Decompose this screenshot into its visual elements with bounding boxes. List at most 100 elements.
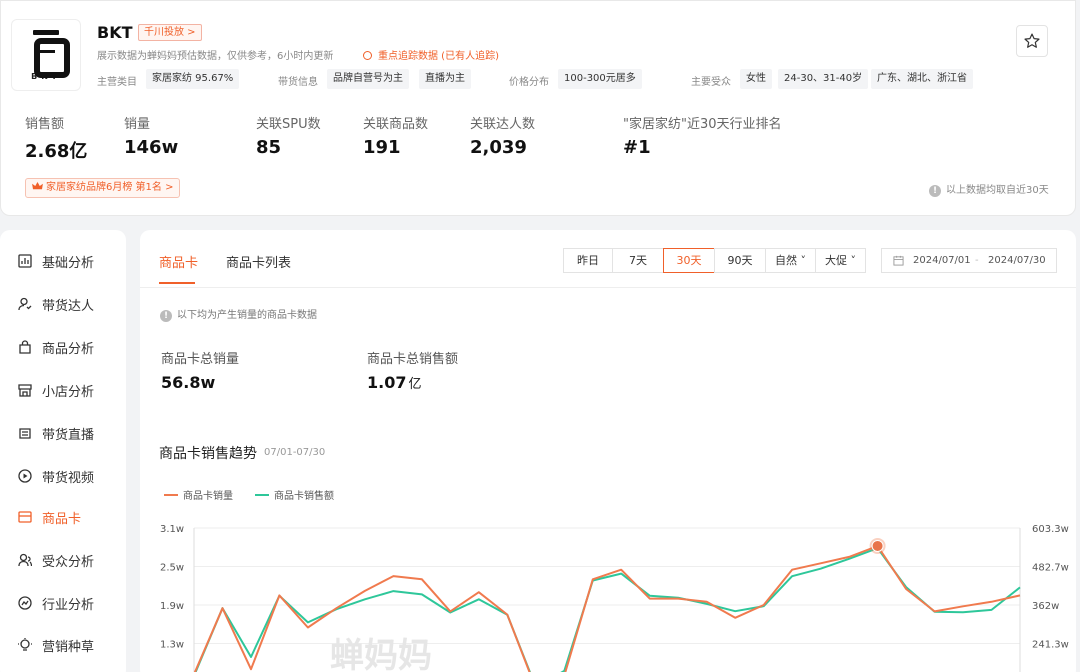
- sales-info-label: 带货信息: [278, 77, 318, 88]
- sidebar-item-marketing[interactable]: 营销种草: [18, 634, 94, 656]
- calendar-icon: [893, 255, 904, 266]
- y-right-tick: 603.3w: [1032, 524, 1069, 535]
- active-tab-indicator: [159, 282, 195, 284]
- qianchuan-tag[interactable]: 千川投放 >: [138, 24, 202, 41]
- star-icon: [1024, 33, 1040, 48]
- sidebar-item-basic[interactable]: 基础分析: [18, 250, 94, 272]
- panel-note-text: 以下均为产生销量的商品卡数据: [177, 310, 317, 321]
- sidebar-item-label: 带货达人: [42, 298, 95, 314]
- y-right-tick: 241.3w: [1032, 640, 1069, 651]
- stat-value: 191: [363, 137, 401, 158]
- stat-label: 关联达人数: [470, 117, 536, 132]
- series-line-sales: [193, 545, 1021, 672]
- chart-range: 07/01-07/30: [264, 447, 326, 458]
- brand-logo-glyph: [33, 29, 70, 78]
- stat-value: 2.68亿: [25, 141, 88, 162]
- date-range-picker[interactable]: 2024/07/01 - 2024/07/30: [881, 248, 1057, 273]
- brand-logo: BKT: [11, 19, 81, 91]
- legend-revenue[interactable]: 商品卡销售额: [255, 487, 334, 502]
- crown-icon: [32, 182, 43, 190]
- category-value: 家居家纺 95.67%: [146, 69, 240, 89]
- kpi-number: 56.8w: [161, 373, 216, 392]
- range-30d[interactable]: 30天: [663, 248, 715, 273]
- sidebar-item-audience[interactable]: 受众分析: [18, 549, 94, 571]
- kpi-unit: 亿: [408, 377, 422, 392]
- y-right-tick: 362w: [1032, 601, 1059, 612]
- live-icon: [18, 426, 32, 440]
- legend-swatch: [255, 493, 269, 496]
- chart-title: 商品卡销售趋势: [159, 446, 257, 462]
- promo-dropdown[interactable]: 大促 ˅: [815, 248, 866, 273]
- watermark: 蝉妈妈: [330, 636, 432, 672]
- natural-dropdown[interactable]: 自然 ˅: [765, 248, 816, 273]
- audience-tag: 24-30、31-40岁: [778, 69, 869, 89]
- store-icon: [18, 383, 32, 397]
- sidebar-item-influencers[interactable]: 带货达人: [18, 293, 94, 315]
- stat-label: 销售额: [25, 117, 65, 132]
- industry-rank-value: #1: [623, 137, 651, 158]
- sidebar-item-product-card[interactable]: 商品卡: [18, 506, 81, 528]
- price-value: 100-300元居多: [558, 69, 642, 89]
- industry-rank-label: "家居家纺"近30天行业排名: [623, 117, 782, 132]
- sidebar: 基础分析 带货达人 商品分析 小店分析 带货直播 带货视频 商品卡 受众分析 行…: [0, 230, 126, 672]
- stat-label: 销量: [124, 117, 151, 132]
- bulb-icon: [18, 638, 32, 652]
- category-label: 主营类目: [97, 77, 137, 88]
- rank-badge-label: 家居家纺品牌6月榜 第1名 >: [46, 182, 174, 193]
- audience-icon: [18, 553, 32, 567]
- date-end: 2024/07/30: [988, 255, 1046, 266]
- tab-divider: [140, 287, 1076, 288]
- sidebar-item-label: 带货视频: [42, 470, 95, 486]
- y-left-tick: 2.5w: [160, 563, 184, 574]
- info-icon: !: [929, 185, 941, 197]
- date-separator: -: [975, 255, 979, 266]
- tab-product-card-list[interactable]: 商品卡列表: [226, 252, 291, 271]
- kpi-number: 1.07: [367, 373, 407, 392]
- panel-note: ! 以下均为产生销量的商品卡数据: [160, 306, 317, 322]
- sidebar-item-label: 带货直播: [42, 427, 95, 443]
- data-period-note: ! 以上数据均取自近30天: [929, 181, 1049, 197]
- range-7d[interactable]: 7天: [612, 248, 664, 273]
- audience-label: 主要受众: [691, 77, 731, 88]
- sidebar-item-stores[interactable]: 小店分析: [18, 379, 94, 401]
- rank-badge[interactable]: 家居家纺品牌6月榜 第1名 >: [25, 178, 181, 198]
- card-icon: [18, 510, 32, 524]
- kpi-value: 1.07 亿: [367, 373, 422, 392]
- compass-icon: [18, 596, 32, 610]
- y-left-tick: 1.9w: [160, 601, 184, 612]
- tab-product-card[interactable]: 商品卡: [159, 252, 198, 271]
- kpi-label: 商品卡总销售额: [367, 352, 459, 367]
- sales-trend-chart[interactable]: 3.1w 2.5w 1.9w 1.3w 603.3w 482.7w 362w 241.3w: [140, 515, 1076, 672]
- sidebar-item-live[interactable]: 带货直播: [18, 422, 94, 444]
- date-start: 2024/07/01: [913, 255, 971, 266]
- kpi-label: 商品卡总销量: [161, 352, 240, 367]
- track-link[interactable]: 重点追踪数据 (已有人追踪): [363, 47, 499, 62]
- sales-info-tag: 直播为主: [419, 69, 471, 89]
- favorite-button[interactable]: [1016, 25, 1048, 57]
- price-label: 价格分布: [509, 77, 549, 88]
- sidebar-item-label: 受众分析: [42, 554, 95, 570]
- range-90d[interactable]: 90天: [714, 248, 766, 273]
- track-label: 重点追踪数据 (已有人追踪): [378, 51, 499, 62]
- bar-chart-icon: [18, 254, 32, 268]
- sidebar-item-industry[interactable]: 行业分析: [18, 592, 94, 614]
- y-right-tick: 482.7w: [1032, 563, 1069, 574]
- kpi-value: 56.8w: [161, 373, 215, 392]
- brand-name: BKT: [97, 23, 133, 42]
- sidebar-item-label: 商品卡: [42, 511, 82, 527]
- sidebar-item-products[interactable]: 商品分析: [18, 336, 94, 358]
- play-icon: [18, 469, 32, 483]
- target-icon: [363, 51, 372, 60]
- sidebar-item-label: 营销种草: [42, 639, 95, 655]
- legend-label: 商品卡销售额: [274, 491, 334, 502]
- legend-label: 商品卡销量: [183, 491, 233, 502]
- stat-value: 85: [256, 137, 282, 158]
- range-yesterday[interactable]: 昨日: [563, 248, 613, 273]
- sidebar-item-label: 小店分析: [42, 384, 95, 400]
- legend-sales[interactable]: 商品卡销量: [164, 487, 233, 502]
- sidebar-item-videos[interactable]: 带货视频: [18, 465, 94, 487]
- stat-label: 关联商品数: [363, 117, 429, 132]
- stat-label: 关联SPU数: [256, 117, 321, 132]
- brand-header: BKT BKT 千川投放 > 展示数据为蝉妈妈预估数据，仅供参考，6小时内更新 …: [0, 0, 1076, 216]
- data-description: 展示数据为蝉妈妈预估数据，仅供参考，6小时内更新: [97, 51, 334, 62]
